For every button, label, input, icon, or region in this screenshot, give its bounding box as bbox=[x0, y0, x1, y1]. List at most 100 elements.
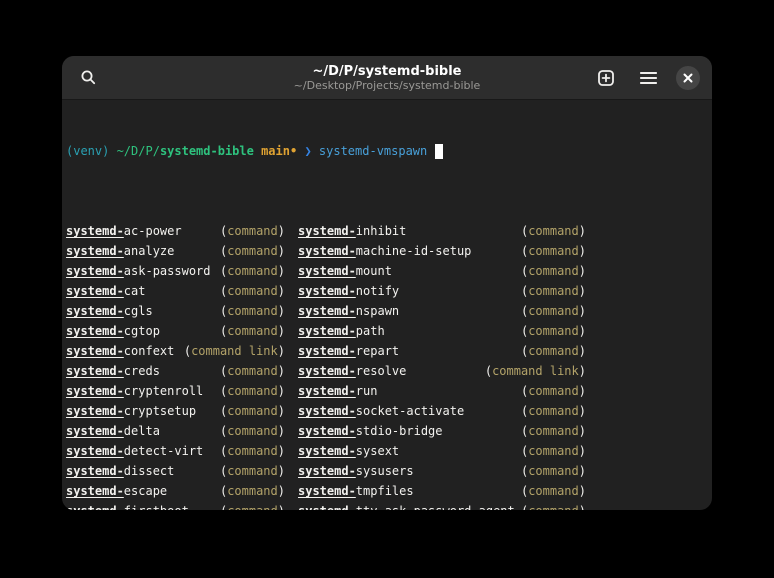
completion-prefix: systemd- bbox=[298, 324, 356, 338]
completion-item: systemd-cgtop(command) bbox=[66, 321, 285, 341]
completion-item: systemd-cat (command) bbox=[66, 281, 285, 301]
completion-command-name: systemd-sysext bbox=[298, 441, 399, 461]
completion-annotation: (command) bbox=[220, 301, 285, 321]
completion-command-name: systemd-tmpfiles bbox=[298, 481, 414, 501]
completion-item: systemd-tty-ask-password-agent(command) bbox=[298, 501, 586, 510]
completion-prefix: systemd- bbox=[298, 404, 356, 418]
completion-suffix: resolve bbox=[356, 364, 407, 378]
completion-suffix: repart bbox=[356, 344, 399, 358]
completion-suffix: mount bbox=[356, 264, 392, 278]
completion-command-name: systemd-sysusers bbox=[298, 461, 414, 481]
completion-prefix: systemd- bbox=[298, 264, 356, 278]
completion-annotation: (command) bbox=[220, 421, 285, 441]
completion-command-name: systemd-cryptenroll bbox=[66, 381, 203, 401]
completion-suffix: nspawn bbox=[356, 304, 399, 318]
completion-command-name: systemd-analyze bbox=[66, 241, 174, 261]
completion-item: systemd-inhibit (command) bbox=[298, 221, 586, 241]
completion-suffix: creds bbox=[124, 364, 160, 378]
titlebar-titles: ~/D/P/systemd-bible ~/Desktop/Projects/s… bbox=[294, 64, 481, 92]
completion-item: systemd-machine-id-setup(command) bbox=[298, 241, 586, 261]
completion-command-name: systemd-confext bbox=[66, 341, 174, 361]
completion-prefix: systemd- bbox=[298, 444, 356, 458]
completion-suffix: cat bbox=[124, 284, 146, 298]
completion-item: systemd-cgls (command) bbox=[66, 301, 285, 321]
completion-suffix: escape bbox=[124, 484, 167, 498]
completion-annotation: (command) bbox=[220, 281, 285, 301]
completion-prefix: systemd- bbox=[66, 384, 124, 398]
completion-command-name: systemd-inhibit bbox=[298, 221, 406, 241]
completion-suffix: cryptsetup bbox=[124, 404, 196, 418]
completion-annotation: (command) bbox=[521, 321, 586, 341]
cwd-path: ~/D/P/ bbox=[117, 141, 160, 161]
completion-item: systemd-firstboot(command) bbox=[66, 501, 285, 510]
new-tab-button[interactable] bbox=[592, 64, 620, 92]
completion-annotation: (command) bbox=[220, 321, 285, 341]
completion-suffix: ac-power bbox=[124, 224, 182, 238]
completion-suffix: run bbox=[356, 384, 378, 398]
completion-prefix: systemd- bbox=[298, 464, 356, 478]
completion-annotation: (command) bbox=[220, 461, 285, 481]
completion-prefix: systemd- bbox=[66, 284, 124, 298]
completion-column-left: systemd-ac-power(command)systemd-analyze… bbox=[66, 221, 285, 510]
completion-item: systemd-sysusers(command) bbox=[298, 461, 586, 481]
completion-item: systemd-dissect(command) bbox=[66, 461, 285, 481]
completion-command-name: systemd-path bbox=[298, 321, 385, 341]
completion-prefix: systemd- bbox=[66, 304, 124, 318]
completion-suffix: detect-virt bbox=[124, 444, 203, 458]
titlebar[interactable]: ~/D/P/systemd-bible ~/Desktop/Projects/s… bbox=[62, 56, 712, 100]
terminal-cursor bbox=[435, 144, 443, 159]
completion-item: systemd-cryptsetup(command) bbox=[66, 401, 285, 421]
completion-suffix: dissect bbox=[124, 464, 175, 478]
completion-annotation: (command) bbox=[220, 261, 285, 281]
completion-prefix: systemd- bbox=[66, 324, 124, 338]
window-subtitle: ~/Desktop/Projects/systemd-bible bbox=[294, 79, 481, 92]
completion-annotation: (command) bbox=[220, 481, 285, 501]
menu-button[interactable] bbox=[634, 64, 662, 92]
completion-prefix: systemd- bbox=[66, 504, 124, 510]
completion-item: systemd-escape (command) bbox=[66, 481, 285, 501]
completion-prefix: systemd- bbox=[298, 244, 356, 258]
completion-item: systemd-stdio-bridge(command) bbox=[298, 421, 586, 441]
completion-command-name: systemd-tty-ask-password-agent bbox=[298, 501, 515, 510]
completion-prefix: systemd- bbox=[298, 284, 356, 298]
prompt-arrow: ❯ bbox=[304, 141, 318, 161]
completion-command-name: systemd-ac-power bbox=[66, 221, 182, 241]
completion-annotation: (command) bbox=[521, 381, 586, 401]
completion-item: systemd-socket-activate (command) bbox=[298, 401, 586, 421]
completion-annotation: (command link) bbox=[184, 341, 285, 361]
completion-command-name: systemd-escape bbox=[66, 481, 167, 501]
completion-annotation: (command) bbox=[521, 221, 586, 241]
window-title: ~/D/P/systemd-bible bbox=[294, 64, 481, 79]
shell-prompt: (venv) ~/D/P/ systemd-bible main• ❯ syst… bbox=[66, 141, 708, 161]
terminal-content[interactable]: (venv) ~/D/P/ systemd-bible main• ❯ syst… bbox=[62, 100, 712, 510]
completion-prefix: systemd- bbox=[298, 344, 356, 358]
completion-item: systemd-confext (command link) bbox=[66, 341, 285, 361]
cwd-path-dirname: systemd-bible bbox=[160, 141, 254, 161]
completion-prefix: systemd- bbox=[66, 264, 124, 278]
completion-command-name: systemd-creds bbox=[66, 361, 160, 381]
completion-prefix: systemd- bbox=[66, 484, 124, 498]
completion-item: systemd-tmpfiles(command) bbox=[298, 481, 586, 501]
completion-suffix: sysext bbox=[356, 444, 399, 458]
completion-suffix: tmpfiles bbox=[356, 484, 414, 498]
completion-column-right: systemd-inhibit(command)systemd-machine-… bbox=[298, 221, 586, 510]
completion-command-name: systemd-socket-activate bbox=[298, 401, 464, 421]
completion-suffix: ask-password bbox=[124, 264, 211, 278]
completion-prefix: systemd- bbox=[66, 244, 124, 258]
completion-annotation: (command) bbox=[521, 401, 586, 421]
completion-command-name: systemd-cgls bbox=[66, 301, 153, 321]
completion-item: systemd-nspawn(command) bbox=[298, 301, 586, 321]
search-button[interactable] bbox=[74, 64, 102, 92]
completion-annotation: (command) bbox=[521, 421, 586, 441]
close-button[interactable] bbox=[676, 66, 700, 90]
completion-suffix: cgls bbox=[124, 304, 153, 318]
completion-annotation: (command) bbox=[521, 341, 586, 361]
completion-item: systemd-ac-power(command) bbox=[66, 221, 285, 241]
completion-suffix: tty-ask-password-agent bbox=[356, 504, 515, 510]
completion-prefix: systemd- bbox=[66, 364, 124, 378]
completion-command-name: systemd-repart bbox=[298, 341, 399, 361]
completion-prefix: systemd- bbox=[298, 304, 356, 318]
completion-annotation: (command) bbox=[220, 241, 285, 261]
typed-command: systemd-vmspawn bbox=[319, 141, 435, 161]
completion-annotation: (command) bbox=[220, 501, 285, 510]
